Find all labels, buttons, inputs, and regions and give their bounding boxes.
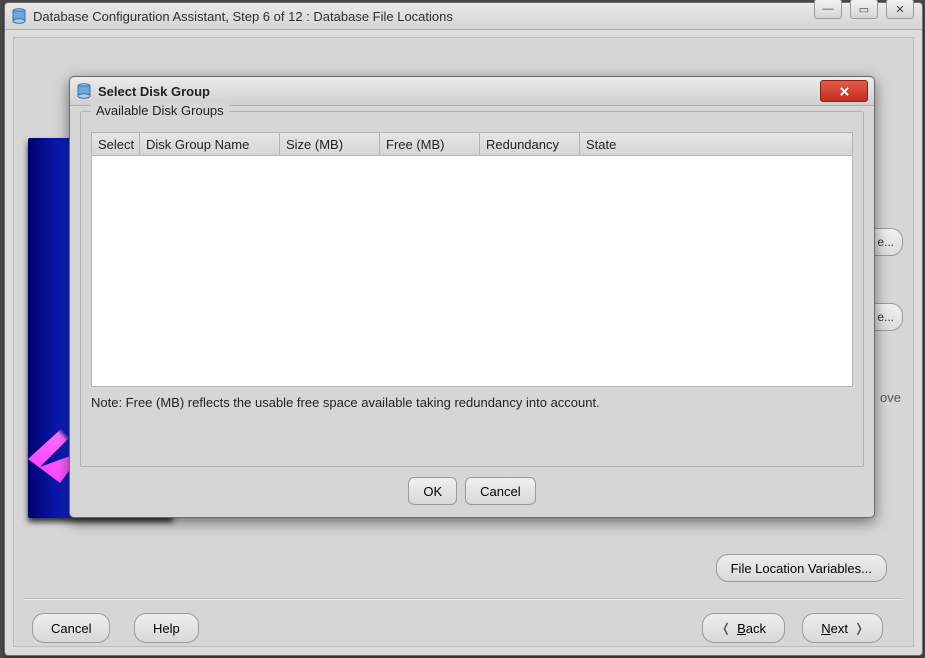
dialog-close-button[interactable] [820, 80, 868, 102]
separator [24, 598, 903, 599]
wizard-help-label: Help [153, 621, 180, 636]
close-icon [839, 86, 850, 97]
table-header: Select Disk Group Name Size (MB) Free (M… [91, 132, 853, 156]
wizard-back-button[interactable]: ❬ Back [702, 613, 785, 643]
select-disk-group-dialog: Select Disk Group Available Disk Groups … [69, 76, 875, 518]
col-state[interactable]: State [580, 133, 852, 155]
wizard-cancel-button[interactable]: Cancel [32, 613, 110, 643]
database-icon [11, 8, 27, 24]
chevron-right-icon: ❭ [854, 621, 864, 635]
parent-title: Database Configuration Assistant, Step 6… [33, 9, 453, 24]
cancel-label: Cancel [480, 484, 520, 499]
browse-label: e... [877, 235, 894, 249]
file-location-variables-label: File Location Variables... [731, 561, 872, 576]
col-disk-group-name[interactable]: Disk Group Name [140, 133, 280, 155]
col-size[interactable]: Size (MB) [280, 133, 380, 155]
parent-titlebar[interactable]: Database Configuration Assistant, Step 6… [5, 3, 922, 30]
col-select[interactable]: Select [92, 133, 140, 155]
cancel-button[interactable]: Cancel [465, 477, 535, 505]
background-text-right: ove [880, 390, 901, 405]
wizard-help-button[interactable]: Help [134, 613, 199, 643]
available-disk-groups-box: Available Disk Groups Select Disk Group … [80, 111, 864, 467]
ok-label: OK [423, 484, 442, 499]
wizard-next-button[interactable]: Next ❭ [802, 613, 883, 643]
maximize-icon: ▭ [859, 3, 869, 16]
minimize-icon: — [823, 3, 834, 15]
note-text: Note: Free (MB) reflects the usable free… [91, 395, 853, 410]
wizard-next-label: Next [821, 621, 848, 636]
table-body[interactable] [91, 156, 853, 387]
dialog-title: Select Disk Group [98, 84, 210, 99]
chevron-left-icon: ❬ [721, 621, 731, 635]
close-button[interactable]: ✕ [886, 0, 914, 19]
close-icon: ✕ [895, 3, 904, 16]
wizard-cancel-label: Cancel [51, 621, 91, 636]
dialog-client: Available Disk Groups Select Disk Group … [80, 111, 864, 467]
parent-client: Specify storage type and locations for d… [13, 37, 914, 647]
col-redundancy[interactable]: Redundancy [480, 133, 580, 155]
parent-window: Database Configuration Assistant, Step 6… [4, 2, 923, 656]
col-free[interactable]: Free (MB) [380, 133, 480, 155]
database-icon [76, 83, 92, 99]
minimize-button[interactable]: — [814, 0, 842, 19]
browse-label: e... [877, 310, 894, 324]
file-location-variables-button[interactable]: File Location Variables... [716, 554, 887, 582]
wizard-back-label: Back [737, 621, 766, 636]
dialog-titlebar[interactable]: Select Disk Group [70, 77, 874, 106]
maximize-button[interactable]: ▭ [850, 0, 878, 19]
ok-button[interactable]: OK [408, 477, 457, 505]
groupbox-title: Available Disk Groups [91, 103, 229, 118]
